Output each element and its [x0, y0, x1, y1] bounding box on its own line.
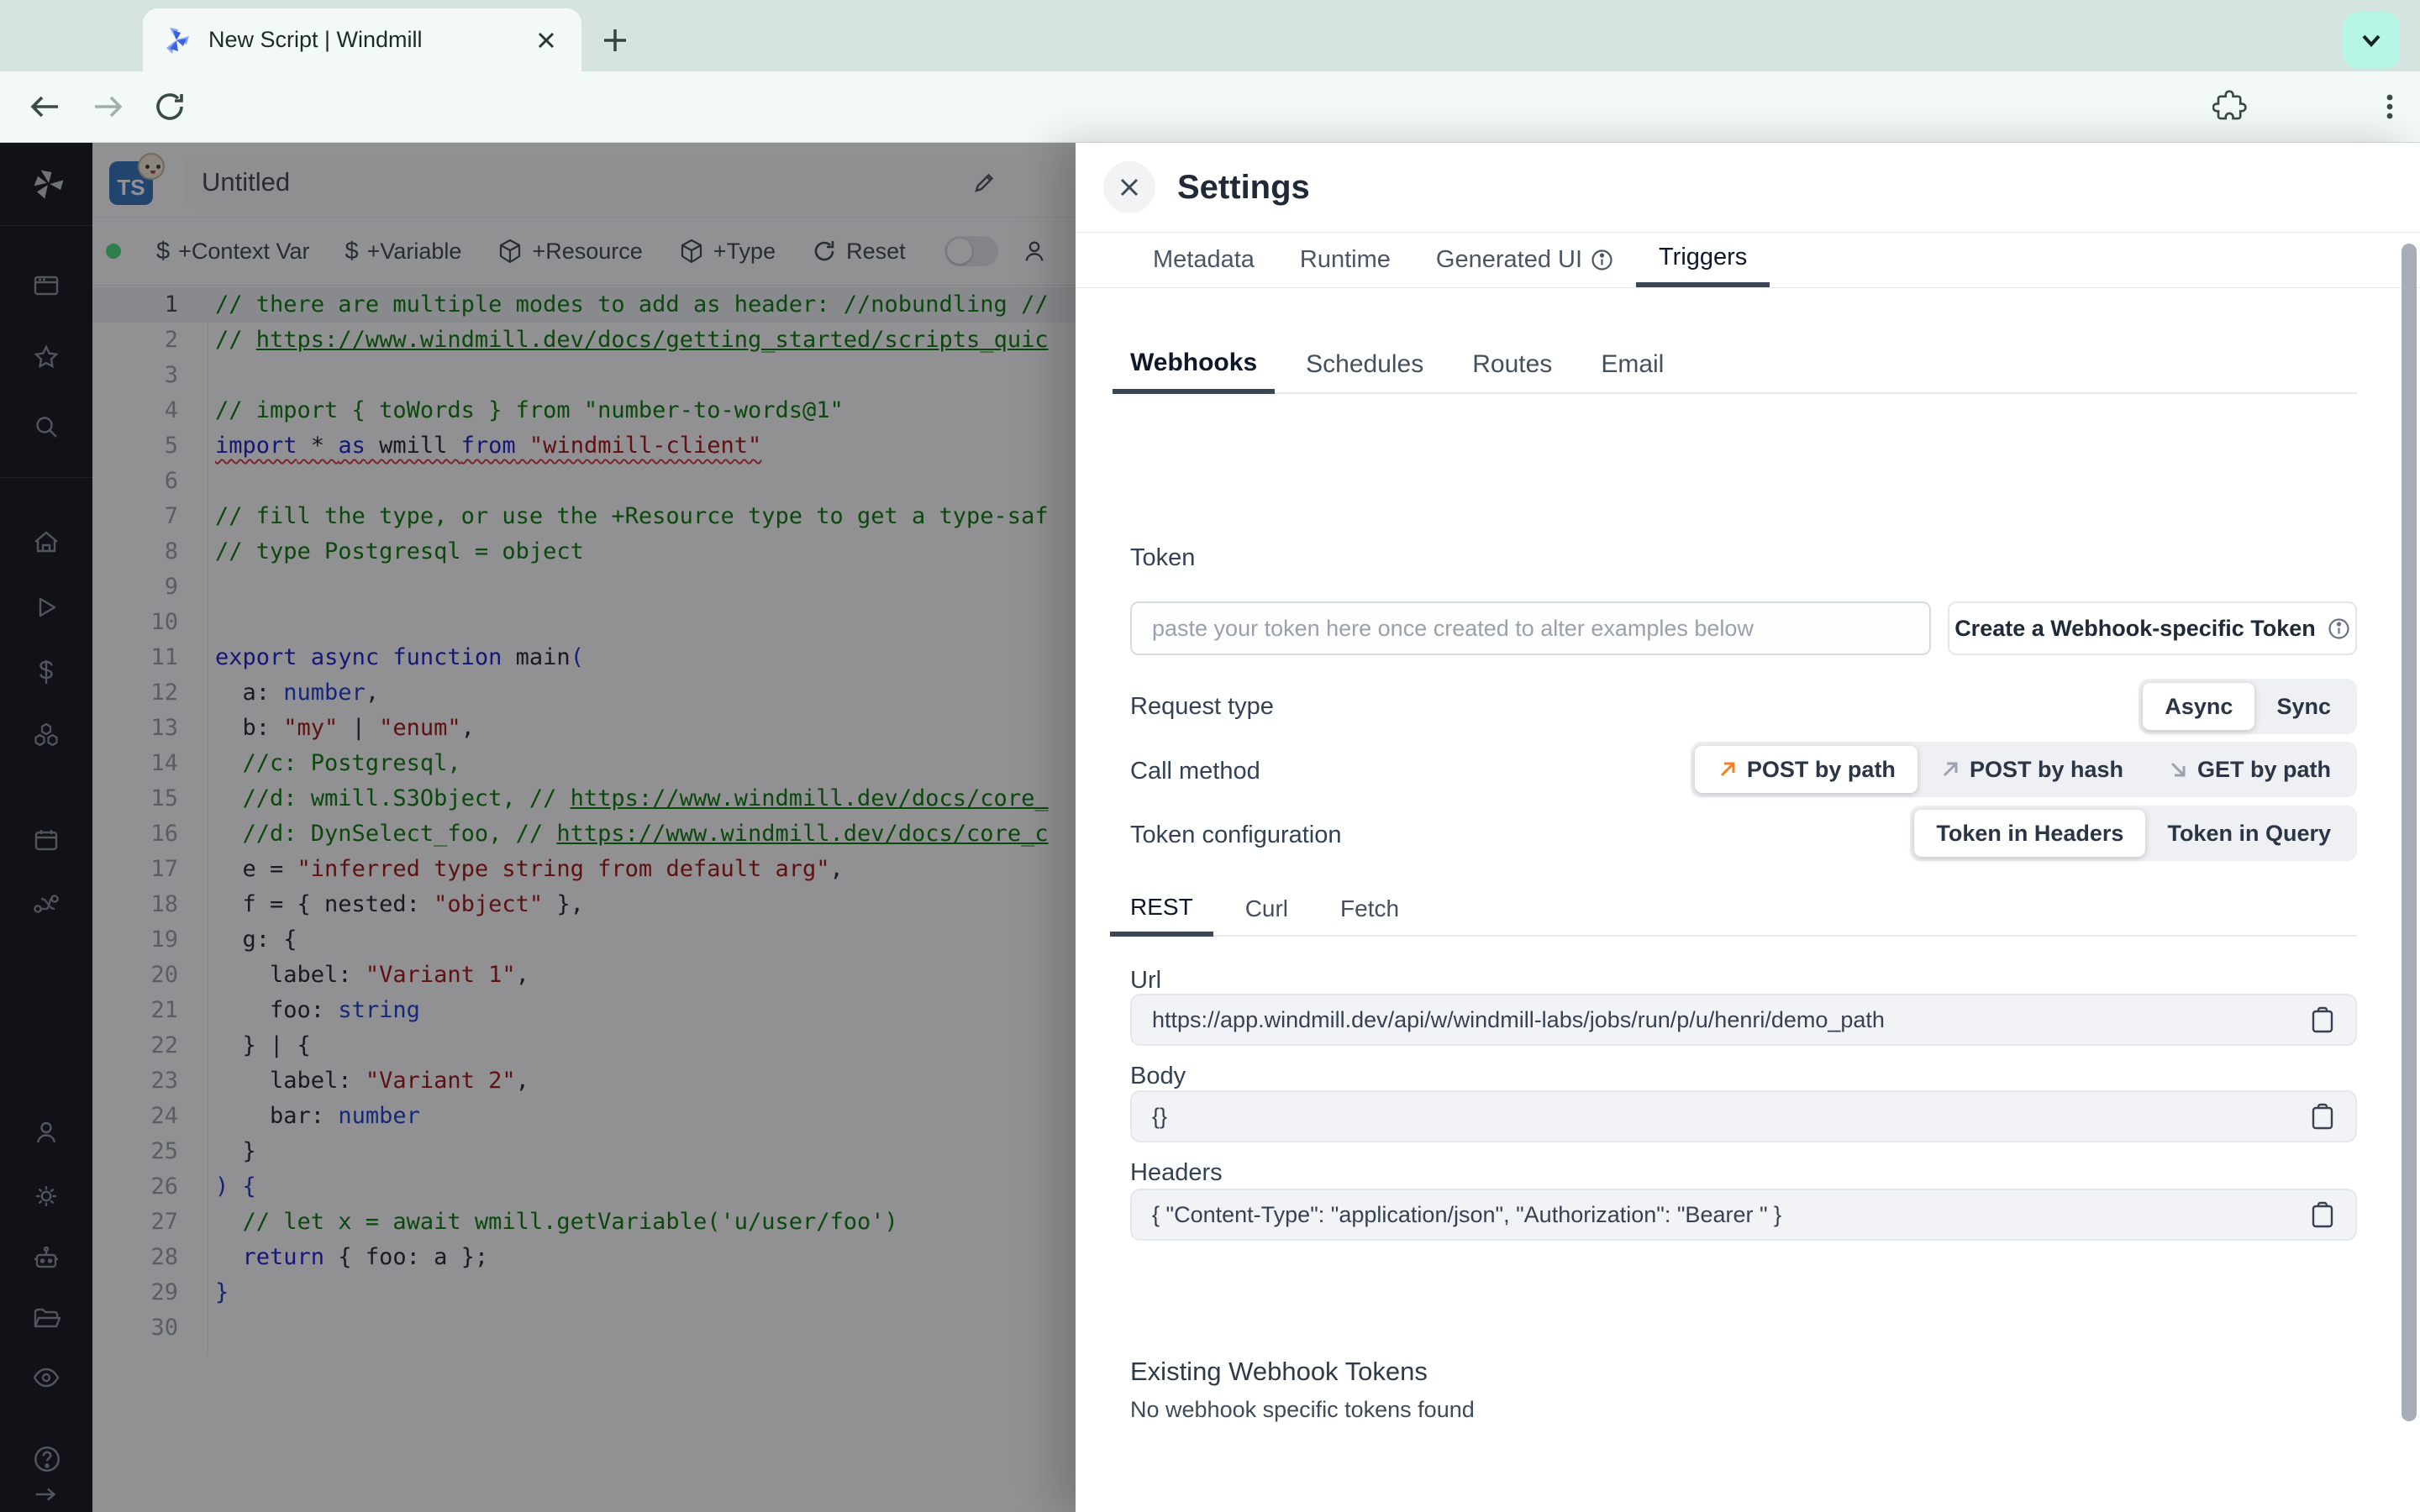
info-icon	[1591, 249, 1613, 271]
browser-tab[interactable]: New Script | Windmill	[143, 8, 581, 71]
tab-title: New Script | Windmill	[208, 27, 423, 52]
token-in-headers[interactable]: Token in Headers	[1914, 810, 2146, 857]
browser-tab-strip: New Script | Windmill	[0, 0, 2420, 71]
menu-dots-icon[interactable]	[2366, 83, 2413, 130]
copy-icon[interactable]	[2310, 1102, 2335, 1131]
copy-icon[interactable]	[2310, 1005, 2335, 1034]
request-type-sync[interactable]: Sync	[2254, 683, 2353, 730]
create-webhook-token-button[interactable]: Create a Webhook-specific Token	[1948, 601, 2357, 655]
tab-fetch[interactable]: Fetch	[1320, 883, 1419, 935]
body-label: Body	[1130, 1063, 1186, 1089]
call-method-post-by-hash[interactable]: POST by hash	[1918, 746, 2145, 793]
url-field[interactable]: https://app.windmill.dev/api/w/windmill-…	[1130, 994, 2357, 1046]
call-method-get-by-path[interactable]: GET by path	[2145, 746, 2353, 793]
request-type-async[interactable]: Async	[2143, 683, 2255, 730]
tab-runtime[interactable]: Runtime	[1277, 233, 1413, 287]
triggers-content: Webhooks Schedules Routes Email Token Cr…	[1110, 288, 2357, 1512]
headers-field[interactable]: { "Content-Type": "application/json", "A…	[1130, 1189, 2357, 1241]
url-label: Url	[1130, 967, 1162, 994]
drawer-backdrop[interactable]	[0, 143, 1076, 1512]
request-type-control: Async Sync	[2139, 679, 2357, 734]
tab-webhooks[interactable]: Webhooks	[1113, 337, 1276, 394]
settings-tabs: Metadata Runtime Generated UI Triggers	[1076, 233, 2420, 288]
existing-tokens-title: Existing Webhook Tokens	[1130, 1357, 1428, 1386]
token-config-control: Token in Headers Token in Query	[1910, 806, 2357, 861]
tab-close-icon[interactable]	[529, 24, 563, 57]
tab-metadata[interactable]: Metadata	[1130, 233, 1277, 287]
new-tab-icon[interactable]	[593, 18, 637, 62]
call-method-control: POST by path POST by hash GET by path	[1690, 742, 2357, 797]
snippet-tabs: REST Curl Fetch	[1110, 883, 2357, 937]
settings-header: Settings	[1076, 143, 2420, 233]
close-icon[interactable]	[1103, 161, 1155, 213]
reload-icon[interactable]	[146, 83, 193, 130]
screen: New Script | Windmill app.windmill.dev/s…	[0, 0, 2420, 1512]
body-field[interactable]: {}	[1130, 1090, 2357, 1142]
info-icon	[2328, 617, 2350, 640]
call-method-post-by-path[interactable]: POST by path	[1694, 746, 1918, 793]
arrow-up-right-icon	[1939, 759, 1961, 780]
token-label: Token	[1130, 544, 1196, 571]
arrow-down-right-icon	[2167, 759, 2189, 780]
back-icon[interactable]	[22, 83, 69, 130]
tab-email[interactable]: Email	[1583, 337, 1681, 392]
tab-curl[interactable]: Curl	[1225, 883, 1308, 935]
tab-routes[interactable]: Routes	[1455, 337, 1570, 392]
tab-triggers[interactable]: Triggers	[1636, 233, 1770, 287]
browser-toolbar: app.windmill.dev/scripts/add#JTdCJTIyaGF…	[0, 71, 2420, 207]
tab-generated-ui[interactable]: Generated UI	[1413, 233, 1636, 287]
settings-panel: Settings Metadata Runtime Generated UI T…	[1076, 143, 2420, 1512]
tab-rest[interactable]: REST	[1110, 883, 1213, 937]
existing-tokens-empty: No webhook specific tokens found	[1130, 1397, 1475, 1422]
headers-label: Headers	[1130, 1159, 1223, 1186]
token-input[interactable]	[1130, 601, 1931, 655]
extensions-puzzle-icon[interactable]	[2207, 83, 2254, 130]
panel-scrollbar[interactable]	[2402, 244, 2417, 1421]
tab-schedules[interactable]: Schedules	[1288, 337, 1441, 392]
trigger-type-tabs: Webhooks Schedules Routes Email	[1113, 337, 2357, 394]
token-config-label: Token configuration	[1130, 821, 1342, 848]
tab-search-chevron-icon[interactable]	[2343, 12, 2400, 69]
windmill-favicon	[161, 25, 192, 55]
request-type-label: Request type	[1130, 692, 1274, 720]
copy-icon[interactable]	[2310, 1200, 2335, 1229]
token-in-query[interactable]: Token in Query	[2145, 810, 2353, 857]
call-method-label: Call method	[1130, 757, 1260, 785]
forward-icon[interactable]	[84, 83, 131, 130]
settings-title: Settings	[1177, 168, 1310, 206]
arrow-up-right-icon	[1717, 759, 1739, 780]
